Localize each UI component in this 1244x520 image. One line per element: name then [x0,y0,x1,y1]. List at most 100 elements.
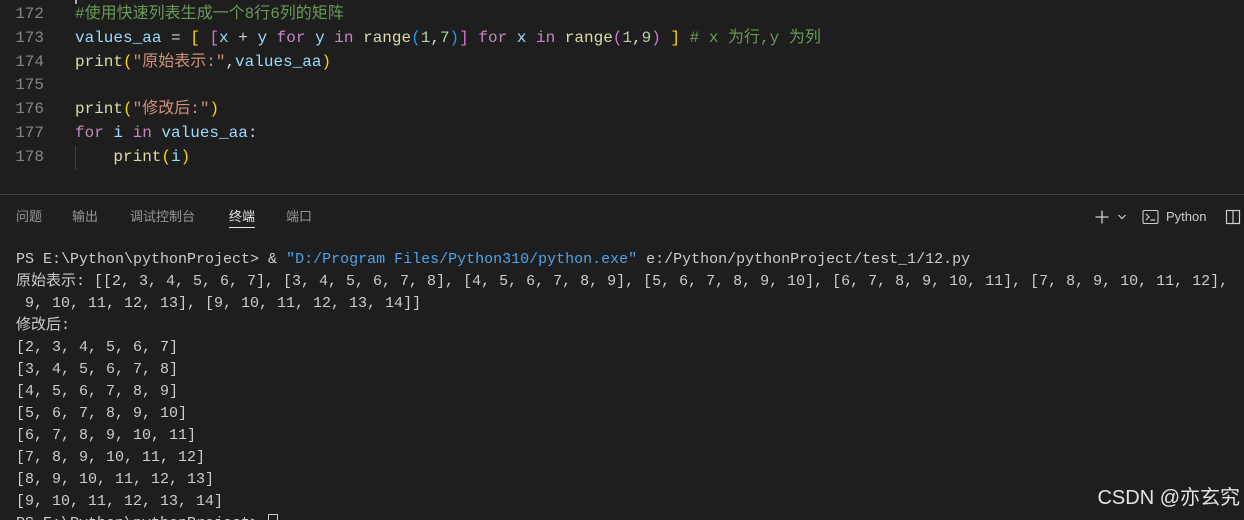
code-line[interactable]: 176 print ( "修改后:" ) [0,98,1244,122]
tab-problems[interactable]: 问题 [16,207,42,228]
terminal-output-line: [8, 9, 10, 11, 12, 13] [16,471,215,488]
terminal-profile-label[interactable]: Python [1166,207,1206,227]
code-token: 9 [641,28,652,47]
code-token: ( [411,28,421,47]
code-token: y [257,28,277,47]
code-token: , [225,52,236,71]
indent-guide [75,145,76,170]
bottom-panel: 问题 输出 调试控制台 终端 端口 Python PS E:\Python\py… [0,194,1244,520]
code-line[interactable]: 174 print ( "原始表示:" , values_aa ) [0,51,1244,75]
code-token: ( [123,100,133,119]
line-number: 173 [15,28,44,47]
code-token: [ [209,28,220,47]
chevron-down-icon[interactable] [1117,212,1127,222]
code-token: values_aa [161,123,248,142]
code-token: x [516,28,536,47]
code-token: i [171,147,181,166]
line-number: 174 [15,52,44,71]
code-token: ) [180,147,191,166]
terminal-output-line: 9, 10, 11, 12, 13], [9, 10, 11, 12, 13, … [16,295,422,312]
terminal-output-line: [2, 3, 4, 5, 6, 7] [16,339,179,356]
code-token: y [315,28,335,47]
terminal-output-line: 原始表示: [[2, 3, 4, 5, 6, 7], [3, 4, 5, 6, … [16,273,1229,290]
terminal-script-path: e:/Python/pythonProject/test_1/12.py [637,251,971,268]
terminal-call-operator: & [259,251,287,268]
tab-ports[interactable]: 端口 [286,207,312,228]
code-comment: #使用快速列表生成一个8行6列的矩阵 [75,5,344,23]
split-terminal-icon[interactable] [1225,209,1241,225]
code-token: values_aa [75,28,162,47]
terminal-prompt: PS E:\Python\pythonProject> [16,251,260,268]
code-token: range [564,28,613,47]
code-token: in [334,28,364,47]
code-content[interactable]: print ( i ) [113,146,190,170]
terminal-executable-path: "D:/Program Files/Python310/python.exe" [286,251,638,268]
terminal-output-line: [6, 7, 8, 9, 10, 11] [16,427,197,444]
code-token: in [132,123,162,142]
code-lines: 172 #使用快速列表生成一个8行6列的矩阵 173 values_aa = [… [0,3,1244,170]
code-token: for [75,123,114,142]
terminal-input-line[interactable]: PS E:\Python\pythonProject> [16,513,1244,520]
vscode-window: 172 #使用快速列表生成一个8行6列的矩阵 173 values_aa = [… [0,0,1244,520]
code-content[interactable]: print ( "修改后:" ) [75,98,219,122]
code-editor[interactable]: 172 #使用快速列表生成一个8行6列的矩阵 173 values_aa = [… [0,0,1244,194]
code-token: + [228,28,258,47]
code-token: ) [209,100,220,119]
terminal-output-line: 修改后: [16,317,71,334]
code-token: for [478,28,517,47]
code-token: , [430,28,440,47]
code-token: ( [123,52,133,71]
code-content[interactable]: for i in values_aa : [75,122,257,146]
plus-icon[interactable] [1094,209,1110,225]
terminal-output-line: [5, 6, 7, 8, 9, 10] [16,405,188,422]
code-token: values_aa [235,52,322,71]
code-line[interactable]: 177 for i in values_aa : [0,122,1244,146]
code-content[interactable]: values_aa = [ [ x + y for y in range ( 1… [75,27,821,51]
code-token: ] [670,28,690,47]
line-number: 178 [15,147,44,166]
code-token: [ [190,28,210,47]
code-token: 1 [622,28,633,47]
code-line[interactable]: 178 print ( i ) [0,145,1244,170]
code-token: ] [459,28,479,47]
code-string: "修改后:" [132,100,210,119]
code-token: in [535,28,565,47]
code-token: i [113,123,133,142]
code-token: : [247,123,258,142]
code-comment: # x 为行,y 为列 [689,28,821,47]
line-number: 175 [15,76,44,95]
code-content[interactable]: #使用快速列表生成一个8行6列的矩阵 [75,3,344,27]
line-number: 176 [15,100,44,119]
code-string: "原始表示:" [132,52,226,71]
code-content[interactable]: print ( "原始表示:" , values_aa ) [75,51,331,75]
code-token: , [632,28,642,47]
terminal-output-line: [3, 4, 5, 6, 7, 8] [16,361,179,378]
code-token: range [363,28,412,47]
code-line[interactable]: 175 [0,74,1244,98]
code-token: print [75,52,124,71]
terminal-output-line: [7, 8, 9, 10, 11, 12] [16,449,206,466]
code-token: print [113,147,162,166]
code-token: ( [161,147,172,166]
terminal-cursor [268,514,278,520]
watermark: CSDN @亦玄究 [1097,487,1240,509]
tab-terminal[interactable]: 终端 [229,207,256,228]
terminal-output-line: [4, 5, 6, 7, 8, 9] [16,383,179,400]
code-line[interactable]: 173 values_aa = [ [ x + y for y in range… [0,27,1244,51]
code-token: ) [449,28,460,47]
tab-output[interactable]: 输出 [72,207,98,228]
tab-debug-console[interactable]: 调试控制台 [130,207,195,228]
terminal-powershell-icon[interactable] [1142,209,1160,225]
code-token: 1 [420,28,431,47]
code-token: = [161,28,191,47]
code-token: print [75,100,124,119]
code-token: for [276,28,316,47]
code-token: ) [321,52,332,71]
code-line[interactable]: 172 #使用快速列表生成一个8行6列的矩阵 [0,3,1244,27]
code-token: 7 [439,28,450,47]
code-token: ) [651,28,671,47]
line-number: 172 [15,5,44,23]
line-number: 177 [15,123,44,142]
code-token: x [219,28,229,47]
terminal[interactable]: PS E:\Python\pythonProject> & "D:/Progra… [16,249,1244,520]
